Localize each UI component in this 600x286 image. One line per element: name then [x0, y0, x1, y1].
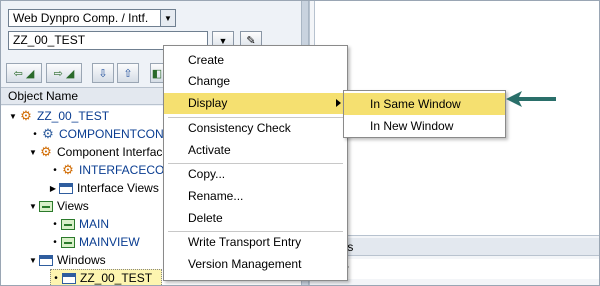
menu-item-label: Version Management: [188, 257, 302, 271]
context-menu: Create Change Display Consistency Check …: [163, 45, 348, 281]
view-icon: [60, 235, 76, 249]
tree-row-views[interactable]: ▼ Views: [28, 197, 89, 215]
submenu-item-same-window[interactable]: In Same Window: [344, 93, 505, 115]
submenu-item-label: In Same Window: [370, 97, 461, 111]
expand-triangle-icon[interactable]: ▼: [8, 112, 18, 121]
menu-item-label: Display: [188, 96, 228, 110]
collapse-button[interactable]: ⇧: [117, 63, 139, 83]
collapse-icon: ⇧: [123, 67, 133, 80]
tree-row-window-selected[interactable]: • ZZ_00_TEST: [50, 269, 162, 286]
controller-icon: ⚙: [62, 162, 74, 177]
window-icon: [58, 181, 74, 195]
menu-item-label: Rename...: [188, 189, 244, 203]
menu-item-change[interactable]: Change: [164, 71, 347, 92]
back-button[interactable]: ⇦ ◢: [6, 63, 42, 83]
object-type-select[interactable]: Web Dynpro Comp. / Intf. ▼: [8, 9, 176, 27]
component-icon: ⚙: [20, 108, 32, 123]
tree-row-mainview[interactable]: • MAINVIEW: [50, 233, 140, 251]
arrow-left-icon: ⇦ ◢: [13, 67, 35, 80]
menu-item-label: Consistency Check: [188, 121, 291, 135]
bullet-icon: •: [53, 218, 57, 230]
menu-item-consistency-check[interactable]: Consistency Check: [164, 118, 347, 139]
tree-row-interface-views[interactable]: ▶ Interface Views: [48, 179, 159, 197]
sap-workbench-window: Web Dynpro Comp. / Intf. ▼ ZZ_00_TEST ▼ …: [0, 0, 600, 286]
tree-row-label: Windows: [57, 253, 106, 267]
controller-icon: ⚙: [42, 126, 54, 141]
submenu-arrow-icon: [336, 99, 341, 107]
menu-item-label: Change: [188, 74, 231, 88]
forward-button[interactable]: ⇨ ◢: [46, 63, 82, 83]
menu-item-label: Write Transport Entry: [188, 235, 302, 249]
bullet-icon: •: [33, 128, 37, 140]
tree-row-main[interactable]: • MAIN: [50, 215, 109, 233]
more-button[interactable]: ◧: [150, 63, 164, 83]
tool-icon: ◧: [151, 67, 163, 80]
tree-row-label: ZZ_00_TEST: [37, 109, 110, 123]
menu-item-label: Activate: [188, 143, 231, 157]
expand-triangle-icon[interactable]: ▼: [28, 202, 38, 211]
menu-item-label: Copy...: [188, 167, 226, 181]
view-icon: [60, 217, 76, 231]
window-icon: [38, 253, 54, 267]
window-icon: [61, 271, 77, 285]
expand-button[interactable]: ⇩: [92, 63, 114, 83]
properties-row: ty: [314, 259, 600, 279]
arrow-right-icon: ⇨ ◢: [53, 67, 75, 80]
tree-row-component[interactable]: ▼ ⚙ ZZ_00_TEST: [8, 107, 109, 125]
chevron-down-icon: ▼: [218, 35, 228, 46]
menu-item-copy[interactable]: Copy...: [164, 164, 347, 185]
tree-row-windows[interactable]: ▼ Windows: [28, 251, 106, 269]
bullet-icon: •: [54, 272, 58, 284]
menu-item-version-management[interactable]: Version Management: [164, 254, 347, 275]
menu-item-activate[interactable]: Activate: [164, 140, 347, 161]
menu-item-create[interactable]: Create: [164, 50, 347, 71]
object-type-value: Web Dynpro Comp. / Intf.: [13, 11, 149, 25]
menu-item-rename[interactable]: Rename...: [164, 186, 347, 207]
menu-item-display[interactable]: Display: [164, 93, 347, 114]
expand-triangle-icon[interactable]: ▼: [28, 148, 38, 157]
interface-icon: ⚙: [40, 144, 52, 159]
bullet-icon: •: [53, 236, 57, 248]
menu-item-label: Delete: [188, 211, 223, 225]
tree-row-label: Interface Views: [77, 181, 159, 195]
views-folder-icon: [38, 199, 54, 213]
expand-icon: ⇩: [98, 67, 108, 80]
menu-item-delete[interactable]: Delete: [164, 208, 347, 229]
properties-column-header: ies: [314, 238, 600, 256]
tree-row-label: MAINVIEW: [79, 235, 140, 249]
expand-triangle-icon[interactable]: ▼: [28, 256, 38, 265]
bullet-icon: •: [53, 164, 57, 176]
tree-row-component-interface[interactable]: ▼ ⚙ Component Interface: [28, 143, 169, 161]
collapsed-triangle-icon[interactable]: ▶: [48, 184, 58, 193]
submenu-item-new-window[interactable]: In New Window: [344, 115, 505, 137]
annotation-arrow-icon: [506, 91, 556, 107]
tree-row-label: MAIN: [79, 217, 109, 231]
display-submenu: In Same Window In New Window: [343, 90, 506, 138]
tree-row-label: ZZ_00_TEST: [80, 271, 153, 285]
menu-item-write-transport-entry[interactable]: Write Transport Entry: [164, 232, 347, 253]
tree-row-label: Views: [57, 199, 89, 213]
tree-row-label: Component Interface: [57, 145, 170, 159]
chevron-down-icon[interactable]: ▼: [160, 10, 175, 26]
menu-item-label: Create: [188, 53, 225, 67]
submenu-item-label: In New Window: [370, 119, 454, 133]
